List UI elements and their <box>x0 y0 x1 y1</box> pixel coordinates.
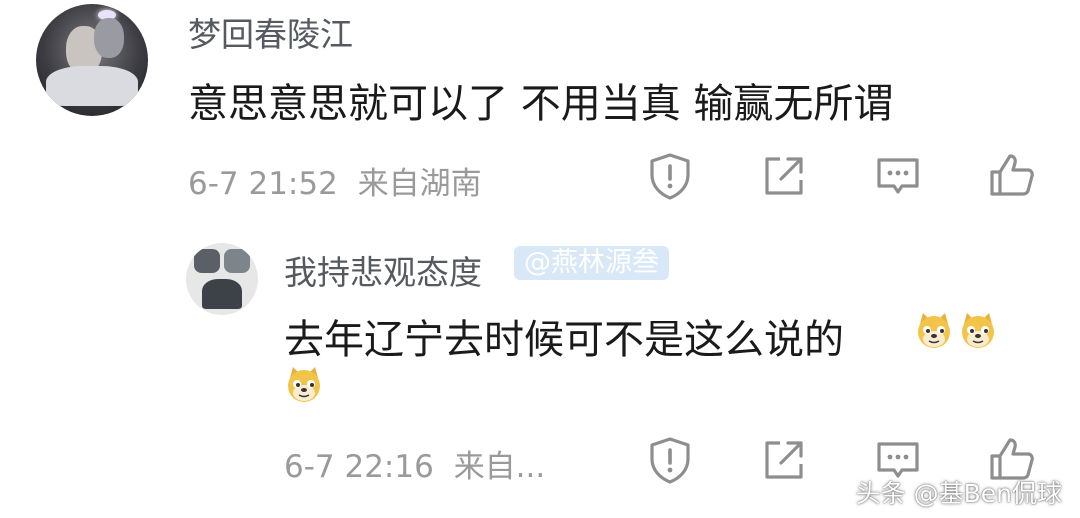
reply-username[interactable]: 我持悲观态度 <box>284 246 482 294</box>
avatar-photo-panel <box>194 249 220 273</box>
reply-avatar[interactable] <box>186 243 258 315</box>
comment-text: 意思意思就可以了 不用当真 输赢无所谓 <box>188 81 894 127</box>
comment-username[interactable]: 梦回春陵江 <box>188 8 353 56</box>
reply-text: 去年辽宁去时候可不是这么说的 <box>284 317 844 363</box>
doge-emoji <box>284 364 324 404</box>
reply-location: 来自... <box>453 449 546 485</box>
like-icon[interactable] <box>986 150 1038 202</box>
comment-meta: 6-7 21:52 来自湖南 <box>188 158 482 203</box>
shield-icon[interactable] <box>644 150 696 202</box>
mention-tag-label: @燕林源叁 <box>524 247 659 278</box>
share-icon[interactable] <box>758 434 810 486</box>
comment-icon[interactable] <box>872 150 924 202</box>
shield-icon[interactable] <box>644 434 696 486</box>
comment-timestamp: 6-7 21:52 <box>188 166 338 202</box>
comment-location: 来自湖南 <box>357 166 482 202</box>
avatar-photo-car <box>46 66 138 106</box>
mention-tag[interactable]: @燕林源叁 <box>514 246 669 280</box>
reply-timestamp: 6-7 22:16 <box>284 449 434 485</box>
share-icon[interactable] <box>758 150 810 202</box>
avatar-photo-person <box>94 18 124 58</box>
doge-emoji <box>958 310 998 350</box>
avatar-photo-panel <box>224 249 250 273</box>
doge-emoji <box>914 310 954 350</box>
avatar[interactable] <box>36 4 148 116</box>
watermark: 头条 @基Ben侃球 <box>855 479 1062 508</box>
avatar-photo-person <box>202 279 242 309</box>
reply-meta: 6-7 22:16 来自... <box>284 441 545 486</box>
